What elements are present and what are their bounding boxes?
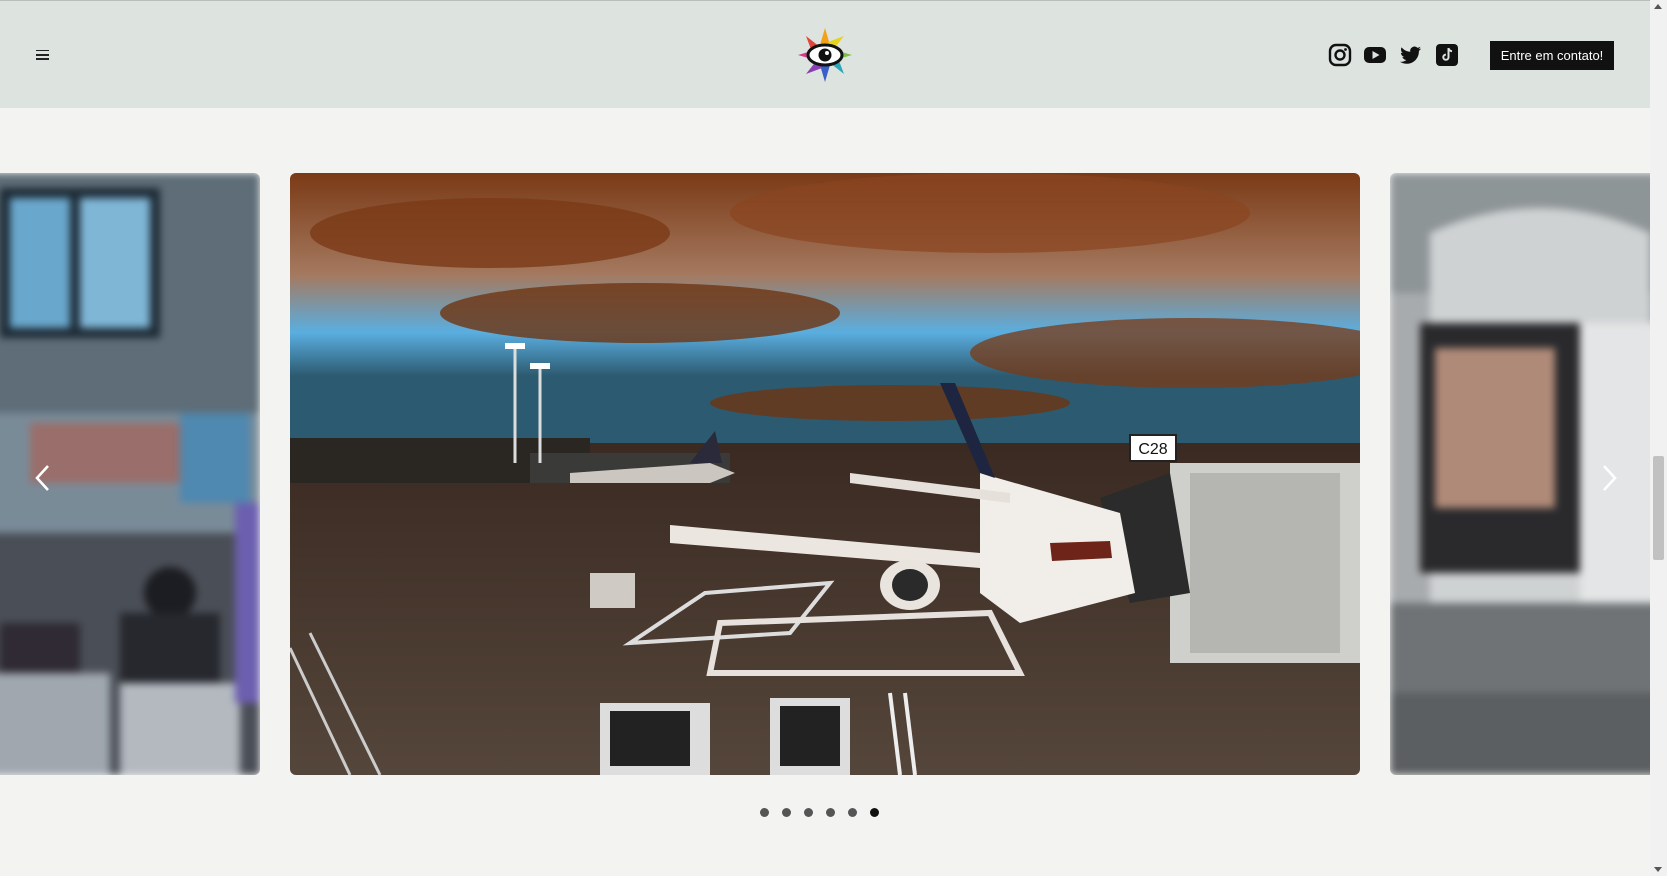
slide-current[interactable]: C28 [290, 173, 1360, 775]
svg-text:C28: C28 [1138, 441, 1167, 458]
carousel-next-arrow[interactable] [1596, 460, 1624, 496]
carousel-prev-arrow[interactable] [28, 460, 56, 496]
scroll-up-arrow-icon[interactable] [1654, 4, 1662, 9]
scrollbar-thumb[interactable] [1653, 456, 1664, 560]
twitter-icon[interactable] [1398, 42, 1424, 68]
carousel-dot-5[interactable] [848, 808, 857, 817]
carousel-dot-6-active[interactable] [870, 808, 879, 817]
tiktok-icon[interactable] [1434, 42, 1460, 68]
page-scrollbar[interactable] [1650, 0, 1667, 876]
hamburger-menu-icon[interactable] [33, 47, 53, 63]
instagram-icon[interactable] [1327, 42, 1353, 68]
youtube-icon[interactable] [1362, 42, 1388, 68]
scroll-down-arrow-icon[interactable] [1654, 867, 1662, 872]
image-carousel: C28 [0, 173, 1650, 775]
airplane-at-gate-image: C28 [290, 173, 1360, 775]
carousel-dot-2[interactable] [782, 808, 791, 817]
carousel-pagination [760, 808, 879, 820]
site-header: Entre em contato! [0, 0, 1650, 108]
carousel-dot-1[interactable] [760, 808, 769, 817]
contact-button[interactable]: Entre em contato! [1490, 41, 1614, 70]
carousel-dot-3[interactable] [804, 808, 813, 817]
carousel-dot-4[interactable] [826, 808, 835, 817]
rainbow-eye-logo[interactable] [797, 27, 853, 83]
